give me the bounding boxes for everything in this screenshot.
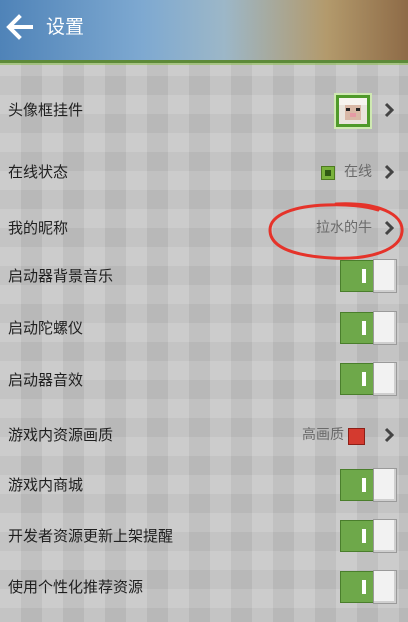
row-label: 开发者资源更新上架提醒: [8, 527, 174, 545]
toggle-on-mark: [362, 269, 366, 283]
row-online-status[interactable]: 在线状态 在线: [0, 147, 408, 197]
row-label: 启动陀螺仪: [8, 319, 84, 337]
toggle-knob[interactable]: [373, 362, 397, 396]
page-title: 设置: [46, 16, 85, 38]
toggle-ingame-store[interactable]: [340, 468, 397, 502]
toggle-knob[interactable]: [373, 259, 397, 293]
row-label: 游戏内商城: [8, 476, 84, 494]
toggle-launcher-bgm[interactable]: [340, 259, 397, 293]
toggle-knob[interactable]: [373, 570, 397, 604]
toggle-dev-update-reminder[interactable]: [340, 519, 397, 553]
chevron-right-icon: [384, 102, 394, 118]
back-arrow-icon[interactable]: [6, 14, 36, 40]
row-label: 启动器音效: [8, 371, 84, 389]
row-label: 我的昵称: [8, 219, 69, 237]
row-label: 游戏内资源画质: [8, 426, 114, 444]
status-value: 在线: [344, 164, 372, 180]
row-label: 头像框挂件: [8, 101, 84, 119]
toggle-knob[interactable]: [373, 311, 397, 345]
quality-value: 高画质: [302, 427, 344, 443]
toggle-personalized-recommend[interactable]: [340, 570, 397, 604]
toggle-on-mark: [362, 478, 366, 492]
row-label: 使用个性化推荐资源: [8, 578, 144, 596]
online-status-icon: [321, 166, 335, 180]
toggle-on-mark: [362, 372, 366, 386]
annotation-circle: [268, 202, 404, 260]
row-label: 在线状态: [8, 163, 69, 181]
chevron-right-icon: [384, 164, 394, 180]
row-resource-quality[interactable]: 游戏内资源画质 高画质: [0, 410, 408, 460]
chevron-right-icon: [384, 427, 394, 443]
toggle-on-mark: [362, 321, 366, 335]
toggle-gyroscope[interactable]: [340, 311, 397, 345]
toggle-knob[interactable]: [373, 519, 397, 553]
sheep-avatar-icon: [339, 98, 367, 124]
toggle-on-mark: [362, 580, 366, 594]
toggle-on-mark: [362, 529, 366, 543]
header-divider-highlight: [0, 63, 408, 65]
top-bar: 设置: [0, 0, 408, 60]
toggle-knob[interactable]: [373, 468, 397, 502]
row-label: 启动器背景音乐: [8, 267, 114, 285]
toggle-launcher-sfx[interactable]: [340, 362, 397, 396]
quality-color-icon: [348, 428, 365, 445]
avatar-frame-preview: [334, 93, 372, 129]
